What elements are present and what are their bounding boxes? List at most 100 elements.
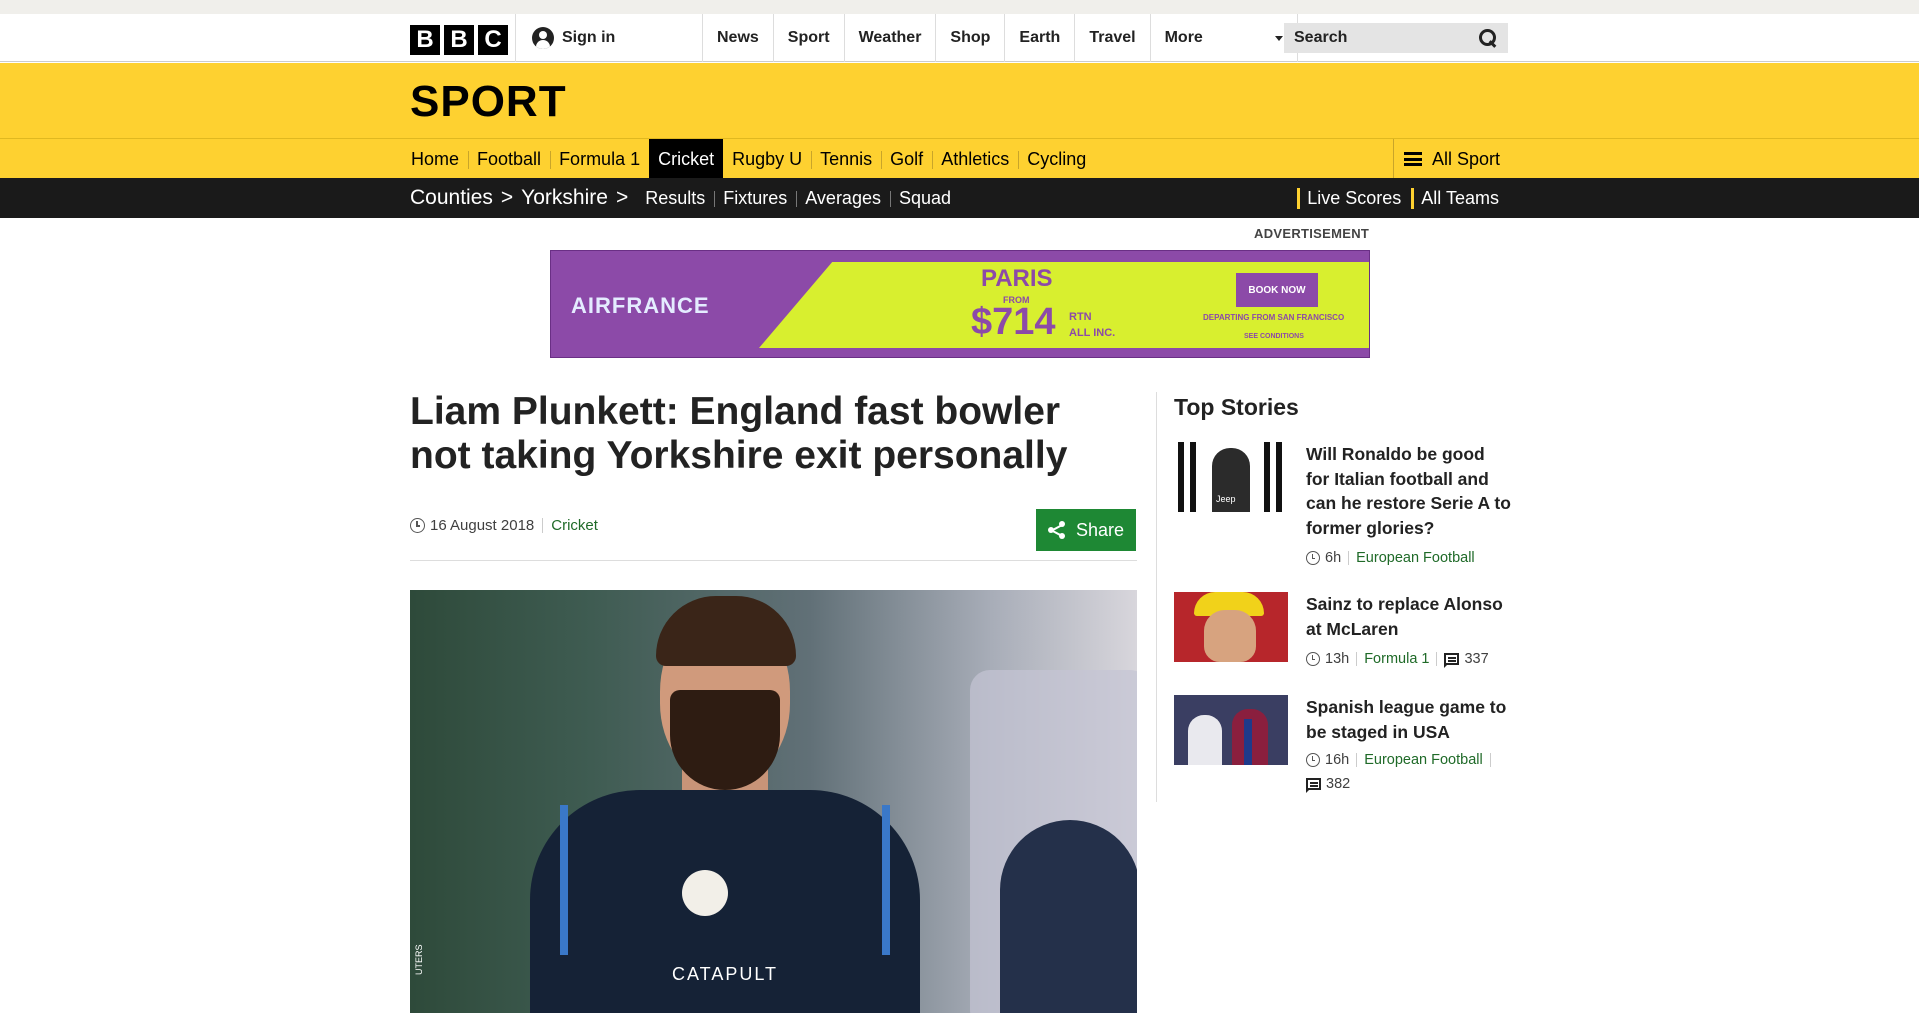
ad-rtn-line: RTN [1069, 311, 1092, 323]
clock-icon [1306, 652, 1320, 666]
all-sport-button[interactable]: All Sport [1393, 139, 1500, 179]
story-item[interactable]: Jeep Will Ronaldo be good for Italian fo… [1174, 442, 1514, 572]
comment-icon [1444, 653, 1460, 668]
story-comment-count[interactable]: 337 [1464, 647, 1488, 671]
sport-nav: Home Football Formula 1 Cricket Rugby U Tenni… [0, 138, 1919, 179]
chevron-right-icon: > [615, 186, 629, 209]
search-box [1284, 23, 1508, 53]
ad-city: PARIS [981, 265, 1053, 292]
more-label: More [1164, 29, 1203, 46]
story-comment-count[interactable]: 382 [1326, 772, 1350, 796]
sport-nav-item-formula-1[interactable]: Formula 1 [550, 139, 649, 179]
live-scores-link[interactable]: Live Scores [1297, 187, 1401, 209]
article-section-link[interactable]: Cricket [551, 517, 598, 534]
sport-nav-item-home[interactable]: Home [402, 139, 468, 179]
article-date: 16 August 2018 [430, 517, 535, 534]
sidebar-divider [1156, 392, 1157, 802]
chevron-right-icon: > [500, 186, 514, 209]
meta-divider [1489, 753, 1491, 767]
chevron-down-icon [1274, 35, 1283, 41]
thumbnail-text: Jeep [1216, 494, 1236, 504]
sign-in-link[interactable]: Sign in [532, 26, 615, 50]
global-nav-news[interactable]: News [702, 14, 773, 62]
logo-letter: B [444, 25, 474, 55]
advertisement-banner[interactable]: AIRFRANCE PARIS FROM $714 RTN ALL INC. B… [550, 250, 1370, 358]
search-icon[interactable] [1478, 28, 1498, 48]
global-nav-travel[interactable]: Travel [1074, 14, 1149, 62]
sport-nav-item-golf[interactable]: Golf [881, 139, 932, 179]
sport-title[interactable]: SPORT [410, 77, 567, 127]
breadcrumb-yorkshire[interactable]: Yorkshire [521, 186, 608, 210]
share-icon [1047, 521, 1066, 539]
story-section-link[interactable]: European Football [1356, 546, 1475, 570]
story-time: 13h [1325, 651, 1350, 667]
sport-nav-item-tennis[interactable]: Tennis [811, 139, 881, 179]
subnav-right: Live Scores All Teams [1297, 178, 1499, 218]
top-stories-title: Top Stories [1174, 394, 1299, 420]
sport-nav-item-athletics[interactable]: Athletics [932, 139, 1018, 179]
story-meta: 13h Formula 1 337 [1306, 647, 1516, 671]
clock-icon [1306, 551, 1320, 565]
advertisement-label: ADVERTISEMENT [1254, 226, 1370, 241]
all-sport-label: All Sport [1432, 148, 1501, 169]
share-label: Share [1075, 519, 1125, 540]
article-divider [410, 560, 1137, 561]
subnav-squad[interactable]: Squad [889, 188, 960, 209]
share-button[interactable]: Share [1036, 509, 1136, 551]
global-nav-weather[interactable]: Weather [843, 14, 936, 62]
subnav-fixtures[interactable]: Fixtures [714, 188, 796, 209]
story-time: 6h [1325, 550, 1342, 566]
story-section-link[interactable]: Formula 1 [1364, 647, 1429, 671]
user-icon [532, 27, 554, 49]
article-hero-image: CATAPULT UTERS [410, 590, 1137, 1013]
ad-departing: DEPARTING FROM SAN FRANCISCO [1203, 313, 1345, 322]
meta-divider [1356, 753, 1358, 767]
clock-icon [1306, 753, 1320, 767]
sport-nav-item-football[interactable]: Football [468, 139, 550, 179]
article-headline: Liam Plunkett: England fast bowler not t… [410, 390, 1068, 477]
story-item[interactable]: Spanish league game to be staged in USA … [1174, 695, 1514, 805]
all-teams-link[interactable]: All Teams [1411, 187, 1499, 209]
image-credit: UTERS [414, 944, 424, 975]
story-title[interactable]: Will Ronaldo be good for Italian footbal… [1306, 442, 1511, 540]
global-nav-shop[interactable]: Shop [935, 14, 1004, 62]
global-nav-earth[interactable]: Earth [1004, 14, 1074, 62]
breadcrumb-counties[interactable]: Counties [410, 186, 493, 210]
article-meta: 16 August 2018 Cricket [410, 517, 598, 534]
search-input[interactable] [1294, 29, 1464, 47]
sport-nav-item-cricket[interactable]: Cricket [649, 139, 724, 179]
story-thumbnail[interactable]: Jeep [1174, 442, 1288, 512]
bbc-logo[interactable]: B B C [410, 25, 508, 55]
story-thumbnail[interactable] [1174, 592, 1288, 662]
subnav-results[interactable]: Results [636, 188, 714, 209]
ad-rtn: RTN ALL INC. [1069, 309, 1115, 341]
sign-in-label: Sign in [562, 29, 616, 46]
global-nav-sport[interactable]: Sport [772, 14, 844, 62]
story-section-link[interactable]: European Football [1364, 748, 1483, 772]
story-item[interactable]: Sainz to replace Alonso at McLaren 13h F… [1174, 592, 1514, 672]
ad-rtn-line: ALL INC. [1069, 327, 1116, 339]
sport-nav-item-cycling[interactable]: Cycling [1018, 139, 1095, 179]
story-thumbnail[interactable] [1174, 695, 1288, 765]
clock-icon [410, 518, 425, 533]
logo-letter: B [410, 25, 440, 55]
hero-shirt-text: CATAPULT [672, 964, 779, 984]
ad-price: $714 [971, 301, 1056, 343]
story-title[interactable]: Spanish league game to be staged in USA [1306, 695, 1511, 744]
global-nav-more[interactable]: More [1149, 14, 1298, 62]
meta-divider [542, 518, 544, 533]
header-divider [515, 14, 516, 62]
meta-divider [1348, 551, 1350, 565]
logo-letter: C [478, 25, 508, 55]
story-time: 16h [1325, 752, 1350, 768]
story-meta: 6h European Football [1306, 546, 1516, 570]
story-title[interactable]: Sainz to replace Alonso at McLaren [1306, 592, 1511, 641]
ad-book-now-button[interactable]: BOOK NOW [1236, 273, 1318, 307]
ad-conditions[interactable]: SEE CONDITIONS [1244, 333, 1304, 340]
ad-brand: AIRFRANCE [571, 293, 710, 318]
sport-nav-list: Home Football Formula 1 Cricket Rugby U Tenni… [402, 139, 1095, 179]
sport-nav-item-rugby-u[interactable]: Rugby U [723, 139, 811, 179]
browser-top-strip [0, 0, 1919, 14]
story-meta: 16h European Football 382 [1306, 748, 1516, 796]
subnav-averages[interactable]: Averages [796, 188, 890, 209]
